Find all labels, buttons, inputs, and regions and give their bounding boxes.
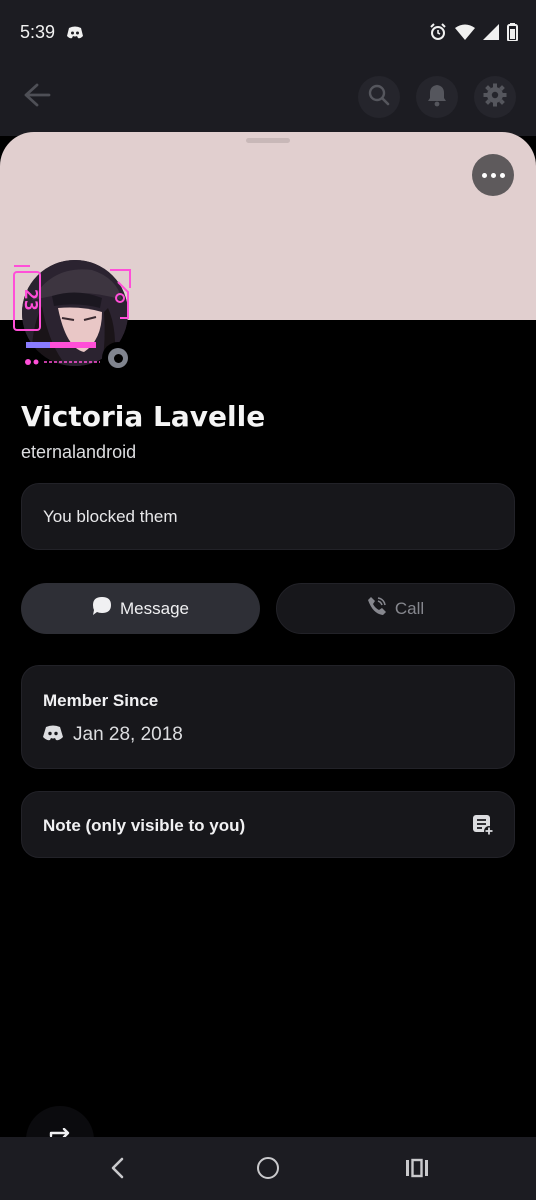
- message-button[interactable]: Message: [21, 583, 260, 634]
- message-label: Message: [120, 598, 189, 618]
- nav-recents-button[interactable]: [405, 1158, 429, 1182]
- signal-icon: [483, 24, 499, 44]
- blocked-notice-card: You blocked them: [21, 483, 515, 550]
- settings-button[interactable]: [474, 76, 516, 118]
- profile-sheet: 23 Victoria Lavelle eternalandroid You b…: [0, 132, 536, 1142]
- status-bar: 5:39: [0, 0, 536, 66]
- search-icon: [367, 83, 391, 111]
- username: eternalandroid: [21, 442, 137, 462]
- drag-handle[interactable]: [246, 138, 290, 143]
- notifications-button[interactable]: [416, 76, 458, 118]
- avatar[interactable]: 23: [10, 258, 134, 374]
- call-button[interactable]: Call: [276, 583, 515, 634]
- note-label: Note (only visible to you): [43, 816, 246, 835]
- display-name: Victoria Lavelle: [21, 400, 266, 433]
- alarm-icon: [429, 23, 447, 45]
- call-label: Call: [394, 598, 425, 618]
- search-button[interactable]: [358, 76, 400, 118]
- note-field[interactable]: Note (only visible to you): [21, 791, 515, 858]
- nav-home-button[interactable]: [257, 1157, 279, 1179]
- member-since-row: Jan 28, 2018: [43, 724, 183, 746]
- top-app-bar: [0, 66, 536, 136]
- member-since-card: Member Since Jan 28, 2018: [21, 665, 515, 769]
- gear-icon: [483, 83, 507, 111]
- chat-bubble-icon: [92, 596, 112, 621]
- nav-back-button[interactable]: [106, 1156, 130, 1184]
- bell-icon: [426, 83, 448, 111]
- discord-notification-icon: [66, 25, 84, 44]
- battery-icon: [507, 23, 518, 45]
- phone-call-icon: [367, 596, 387, 621]
- discord-logo-icon: [43, 725, 63, 745]
- member-since-date: Jan 28, 2018: [73, 724, 183, 745]
- status-indicator: [102, 342, 134, 374]
- member-since-label: Member Since: [43, 691, 159, 710]
- back-button[interactable]: [18, 78, 56, 116]
- blocked-text: You blocked them: [43, 507, 178, 526]
- more-dots-icon: [481, 172, 487, 178]
- more-options-button[interactable]: [472, 154, 514, 196]
- system-nav-bar: [0, 1137, 536, 1200]
- back-arrow-icon: [23, 83, 51, 111]
- svg-text:23: 23: [20, 289, 41, 311]
- status-time: 5:39: [20, 22, 56, 42]
- add-note-icon: [472, 814, 494, 840]
- wifi-icon: [455, 24, 475, 44]
